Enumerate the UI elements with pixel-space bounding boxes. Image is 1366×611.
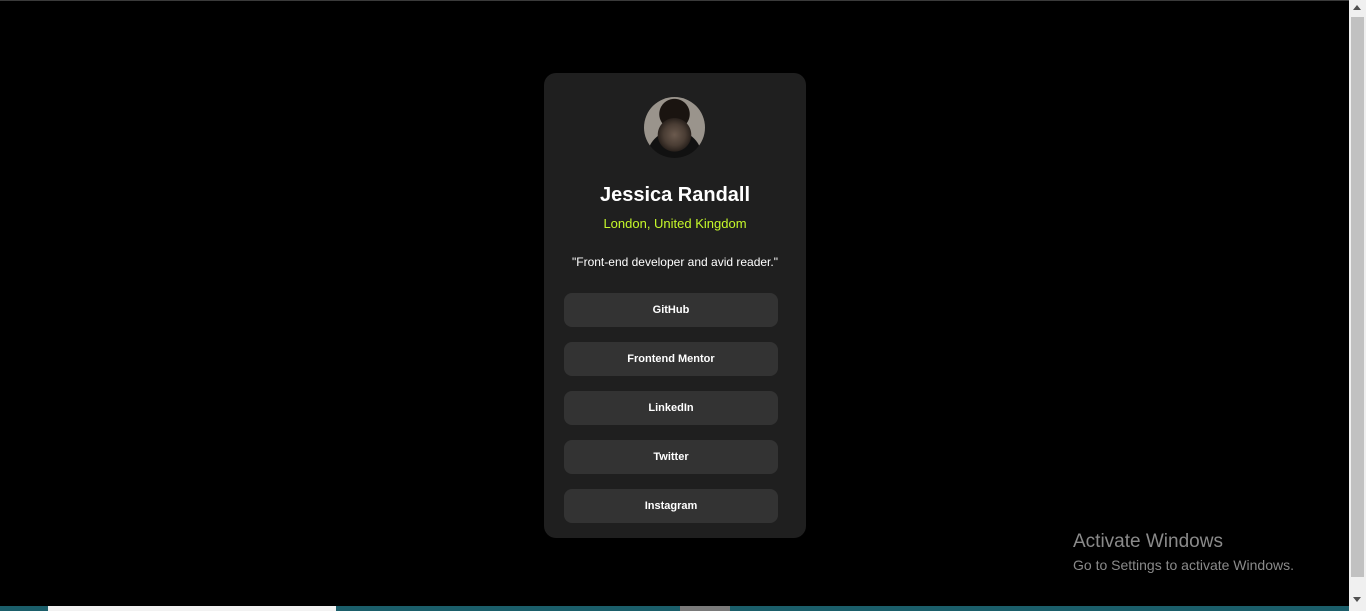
- vertical-scrollbar[interactable]: [1349, 0, 1366, 611]
- taskbar-segment: [680, 606, 730, 611]
- taskbar-segment: [48, 606, 336, 611]
- watermark-title: Activate Windows: [1073, 531, 1223, 552]
- frontend-mentor-link-button[interactable]: Frontend Mentor: [564, 342, 778, 376]
- profile-name: Jessica Randall: [599, 184, 751, 206]
- scrollbar-thumb[interactable]: [1351, 17, 1364, 577]
- social-links-list: GitHub Frontend Mentor LinkedIn Twitter …: [564, 293, 778, 538]
- instagram-link-button[interactable]: Instagram: [564, 489, 778, 523]
- profile-bio: "Front-end developer and avid reader.": [572, 255, 778, 269]
- page-viewport: Jessica Randall London, United Kingdom "…: [0, 1, 1349, 606]
- profile-card: Jessica Randall London, United Kingdom "…: [544, 73, 806, 538]
- watermark-subtitle: Go to Settings to activate Windows.: [1073, 557, 1294, 573]
- scroll-up-arrow-icon[interactable]: [1353, 5, 1361, 10]
- github-link-button[interactable]: GitHub: [564, 293, 778, 327]
- activate-windows-watermark: Activate Windows Go to Settings to activ…: [1073, 530, 1294, 575]
- twitter-link-button[interactable]: Twitter: [564, 440, 778, 474]
- linkedin-link-button[interactable]: LinkedIn: [564, 391, 778, 425]
- scroll-down-arrow-icon[interactable]: [1353, 597, 1361, 602]
- avatar: [644, 97, 705, 158]
- profile-location: London, United Kingdom: [603, 216, 747, 231]
